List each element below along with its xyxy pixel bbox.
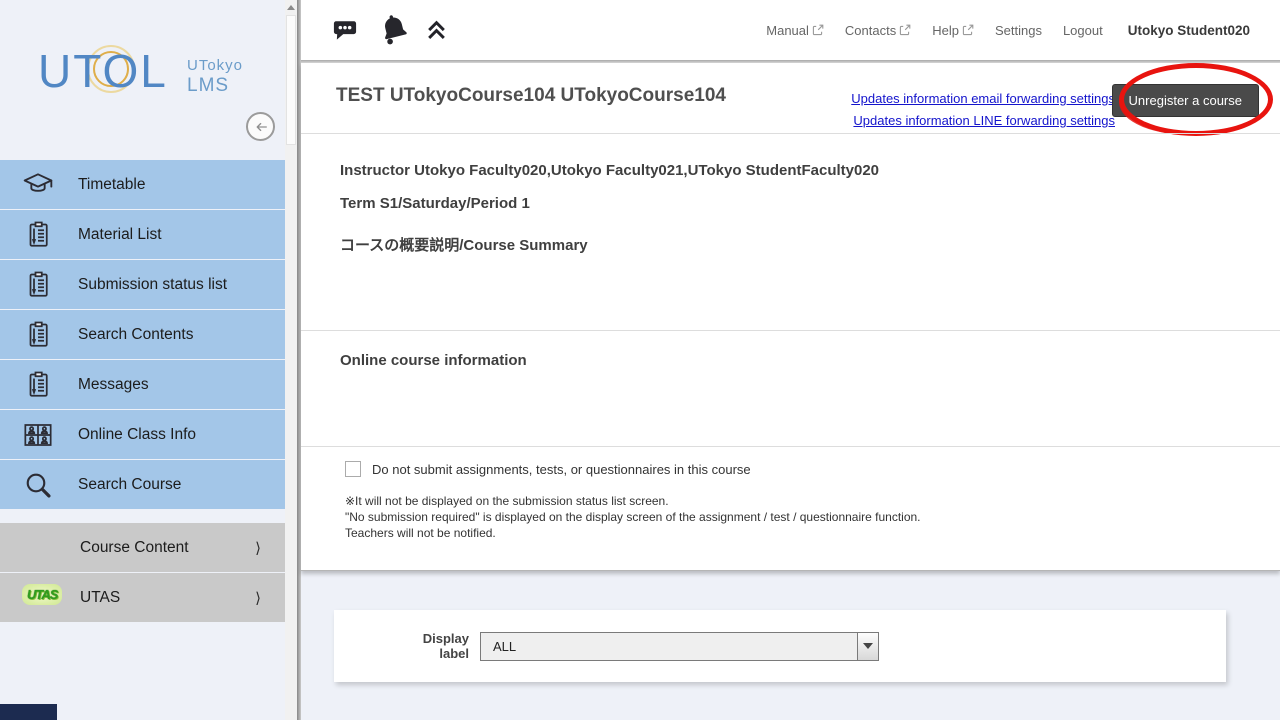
scrollbar-up-arrow[interactable] (285, 0, 297, 14)
sidebar-secondary-menu: Course Content ⟩ UTAS UTAS ⟩ (0, 523, 285, 623)
utol-logo: UTOL (38, 44, 168, 98)
clipboard-icon (20, 317, 56, 353)
bell-icon[interactable] (377, 11, 411, 50)
email-forwarding-link[interactable]: Updates information email forwarding set… (851, 88, 1115, 110)
magnifier-icon (20, 467, 56, 503)
sidebar-scrollbar[interactable] (285, 0, 297, 720)
main-area: Manual Contacts Help (301, 0, 1280, 720)
note-line: Teachers will not be notified. (345, 525, 921, 541)
double-chevron-up-icon[interactable] (423, 16, 450, 48)
people-grid-icon (20, 417, 56, 453)
select-value: ALL (481, 639, 857, 654)
chat-icon[interactable] (331, 16, 359, 49)
dropdown-arrow-icon[interactable] (857, 633, 878, 660)
term-line: Term S1/Saturday/Period 1 (340, 195, 530, 212)
external-link-icon (962, 24, 974, 36)
chevron-right-icon: ⟩ (255, 539, 261, 557)
external-link-icon (899, 24, 911, 36)
scrollbar-thumb[interactable] (286, 15, 296, 145)
chevron-right-icon: ⟩ (255, 589, 261, 607)
divider (301, 133, 1280, 134)
sidebar-item-label: Material List (78, 226, 162, 244)
display-label-card: Display label ALL (334, 610, 1226, 682)
username: Utokyo Student020 (1128, 23, 1250, 38)
display-label-select[interactable]: ALL (480, 632, 879, 661)
clipboard-icon (20, 217, 56, 253)
sidebar-item-search-contents[interactable]: Search Contents (0, 310, 285, 359)
sidebar-item-search-course[interactable]: Search Course (0, 460, 285, 509)
sidebar-item-label: Online Class Info (78, 426, 196, 444)
course-panel: TEST UTokyoCourse104 UTokyoCourse104 Upd… (301, 63, 1280, 571)
sidebar-item-course-content[interactable]: Course Content ⟩ (0, 523, 285, 572)
no-submit-checkbox[interactable] (345, 461, 361, 477)
page-title: TEST UTokyoCourse104 UTokyoCourse104 (336, 85, 726, 107)
online-course-info-heading: Online course information (340, 352, 527, 369)
sidebar-item-label: Course Content (80, 539, 189, 557)
graduation-cap-icon (20, 167, 56, 203)
nav-contacts-link[interactable]: Contacts (845, 23, 911, 38)
sidebar-item-label: Search Course (78, 476, 181, 494)
unregister-course-button[interactable]: Unregister a course (1112, 84, 1259, 117)
sidebar-item-utas[interactable]: UTAS UTAS ⟩ (0, 573, 285, 622)
clipboard-icon (20, 367, 56, 403)
instructor-line: Instructor Utokyo Faculty020,Utokyo Facu… (340, 162, 879, 179)
utas-logo-icon: UTAS (22, 584, 62, 605)
note-line: "No submission required" is displayed on… (345, 509, 921, 525)
sidebar-item-label: Search Contents (78, 326, 193, 344)
forwarding-links: Updates information email forwarding set… (851, 88, 1115, 132)
utol-lms-page: UTOL UTokyo LMS Timetable (0, 0, 1280, 720)
sidebar-menu: Timetable Material List (0, 160, 285, 510)
sidebar-item-label: Submission status list (78, 276, 227, 294)
divider (301, 446, 1280, 447)
sidebar: UTOL UTokyo LMS Timetable (0, 0, 285, 720)
checkbox-label: Do not submit assignments, tests, or que… (372, 462, 751, 477)
logo-subtitle: UTokyo (187, 57, 243, 74)
nav-logout-link[interactable]: Logout (1063, 23, 1103, 38)
topbar: Manual Contacts Help (301, 0, 1280, 60)
sidebar-item-label: UTAS (80, 589, 120, 607)
nav-settings-link[interactable]: Settings (995, 23, 1042, 38)
nav-manual-link[interactable]: Manual (766, 23, 824, 38)
note-line: ※It will not be displayed on the submiss… (345, 493, 921, 509)
divider (301, 330, 1280, 331)
sidebar-item-label: Messages (78, 376, 149, 394)
sidebar-item-online-class-info[interactable]: Online Class Info (0, 410, 285, 459)
clipboard-icon (20, 267, 56, 303)
course-summary-heading: コースの概要説明/Course Summary (340, 234, 588, 255)
sidebar-item-timetable[interactable]: Timetable (0, 160, 285, 209)
sidebar-collapse-button[interactable] (246, 112, 275, 141)
display-label-text: Display label (391, 631, 469, 661)
sidebar-item-material-list[interactable]: Material List (0, 210, 285, 259)
sidebar-item-submission-status[interactable]: Submission status list (0, 260, 285, 309)
sidebar-item-label: Timetable (78, 176, 145, 194)
line-forwarding-link[interactable]: Updates information LINE forwarding sett… (851, 110, 1115, 132)
bottom-corner-element (0, 704, 57, 720)
logo-subtitle-lms: LMS (187, 75, 229, 97)
external-link-icon (812, 24, 824, 36)
nav-help-link[interactable]: Help (932, 23, 974, 38)
arrow-left-icon (252, 118, 270, 136)
checkbox-notes: ※It will not be displayed on the submiss… (345, 493, 921, 541)
sidebar-item-messages[interactable]: Messages (0, 360, 285, 409)
topbar-nav: Manual Contacts Help (745, 0, 1280, 60)
